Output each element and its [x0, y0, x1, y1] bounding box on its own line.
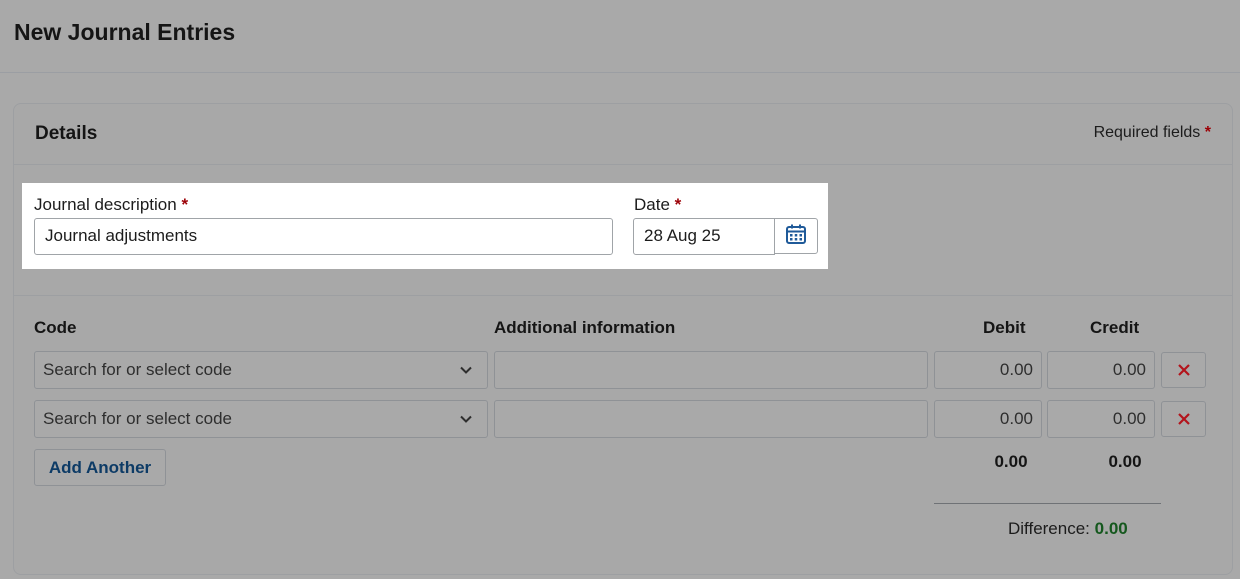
calendar-icon — [785, 223, 807, 250]
chevron-down-icon — [460, 366, 472, 374]
difference-value: 0.00 — [1094, 519, 1128, 538]
required-fields-label: Required fields — [1093, 124, 1201, 141]
code-column-header: Code — [34, 318, 77, 337]
credit-column-header: Credit — [1090, 318, 1140, 337]
code-select-placeholder: Search for or select code — [43, 409, 232, 428]
required-fields-note: Required fields * — [1094, 124, 1211, 142]
section-divider — [14, 295, 1232, 296]
date-label: Date * — [634, 195, 681, 215]
debit-input[interactable]: 0.00 — [934, 400, 1042, 438]
required-star: * — [674, 195, 682, 214]
additional-info-input[interactable] — [494, 351, 928, 389]
journal-description-label-text: Journal description — [34, 195, 177, 214]
debit-input[interactable]: 0.00 — [934, 351, 1042, 389]
details-card: Details Required fields * — [13, 103, 1233, 575]
close-icon — [1177, 364, 1190, 376]
page-header: New Journal Entries — [0, 0, 1240, 73]
difference-label: Difference: — [1008, 519, 1090, 538]
details-header: Details Required fields * — [14, 104, 1232, 165]
difference-row: Difference: 0.00 — [1008, 519, 1128, 539]
chevron-down-icon — [460, 415, 472, 423]
code-select[interactable]: Search for or select code — [34, 351, 488, 389]
date-input[interactable]: 28 Aug 25 — [633, 218, 775, 255]
delete-row-button[interactable] — [1161, 401, 1206, 437]
credit-input[interactable]: 0.00 — [1047, 400, 1155, 438]
delete-row-button[interactable] — [1161, 352, 1206, 388]
journal-description-input[interactable]: Journal adjustments — [34, 218, 613, 255]
total-debit: 0.00 — [994, 452, 1028, 471]
debit-column-header: Debit — [983, 318, 1026, 337]
date-label-text: Date — [634, 195, 670, 214]
required-star: * — [1204, 124, 1211, 141]
credit-input[interactable]: 0.00 — [1047, 351, 1155, 389]
code-select[interactable]: Search for or select code — [34, 400, 488, 438]
info-column-header: Additional information — [494, 318, 676, 337]
date-picker-button[interactable] — [774, 218, 818, 254]
page-title: New Journal Entries — [14, 19, 236, 45]
total-credit: 0.00 — [1108, 452, 1142, 471]
additional-info-input[interactable] — [494, 400, 928, 438]
journal-description-label: Journal description * — [34, 195, 188, 215]
required-star: * — [181, 195, 189, 214]
close-icon — [1177, 413, 1190, 425]
add-another-button[interactable]: Add Another — [34, 449, 166, 486]
code-select-placeholder: Search for or select code — [43, 360, 232, 379]
totals-divider — [934, 503, 1161, 504]
details-title: Details — [35, 123, 98, 144]
